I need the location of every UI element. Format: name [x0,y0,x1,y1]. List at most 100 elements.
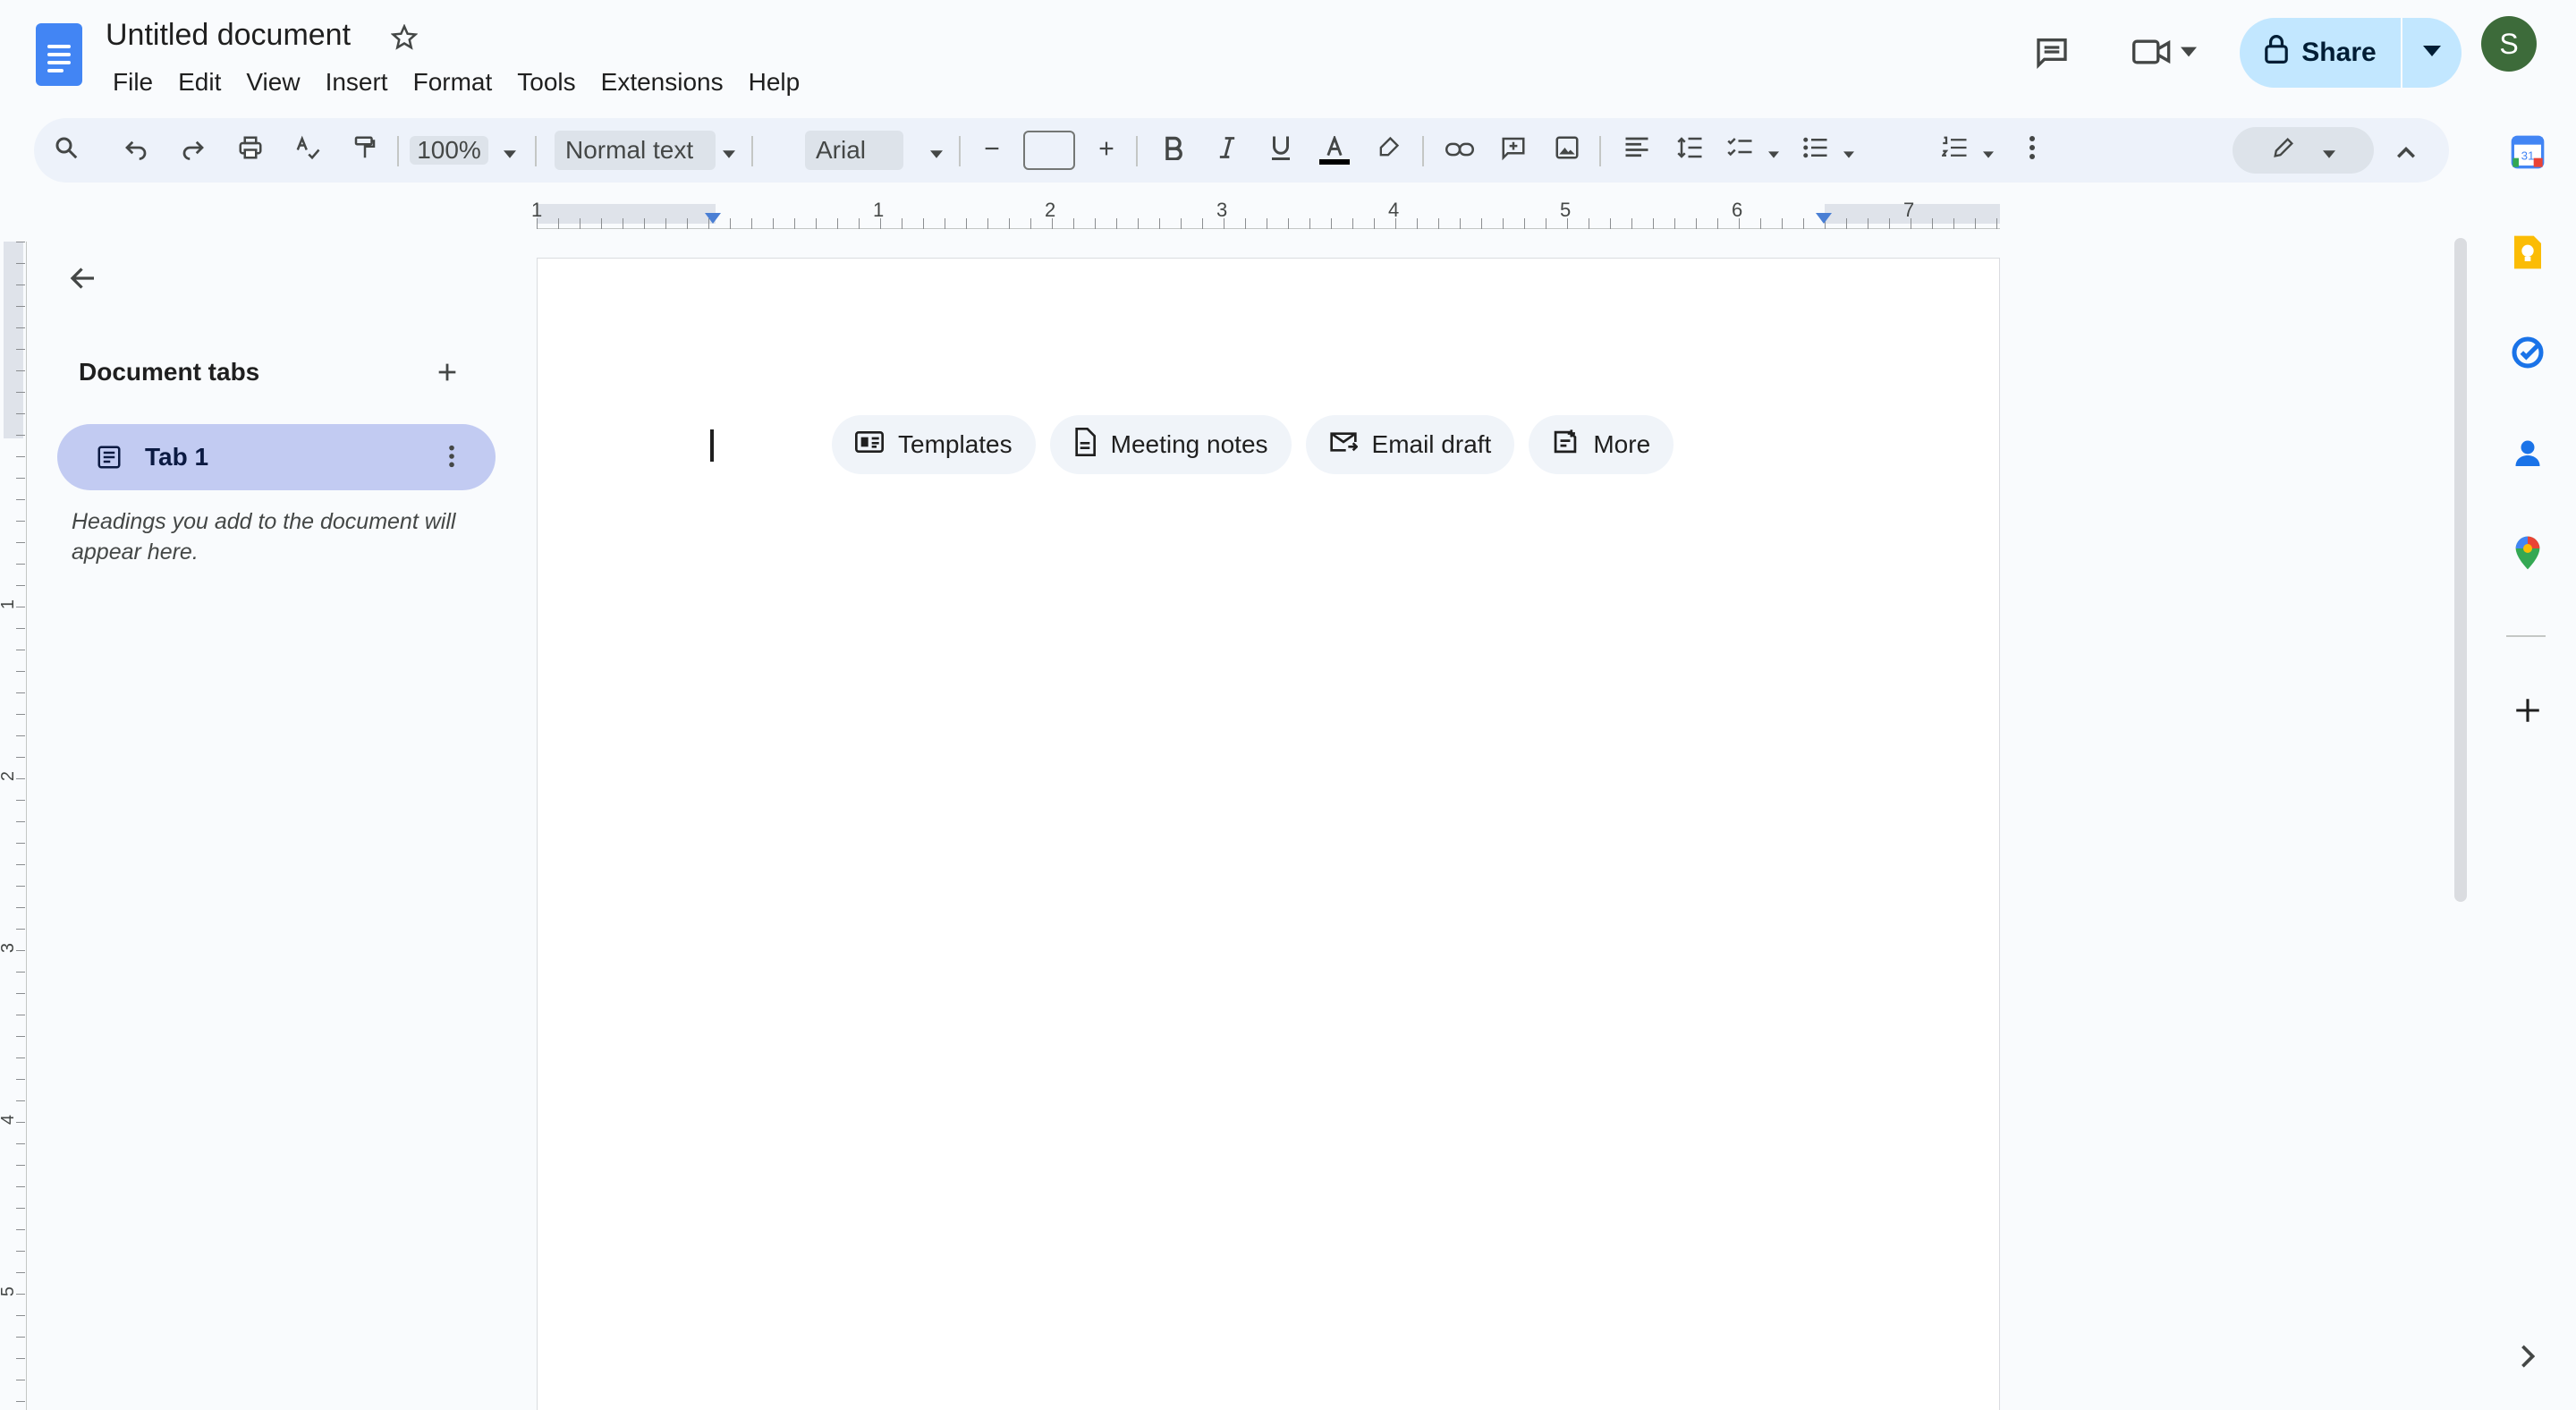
underline-button[interactable] [1258,127,1304,174]
toolbar-divider [1136,136,1138,166]
horizontal-ruler[interactable]: 1 1 2 3 4 5 6 7 [531,199,2000,229]
text-cursor [710,429,714,462]
zoom-dropdown[interactable] [494,127,526,174]
redo-icon [180,134,207,167]
meet-button[interactable] [2104,18,2225,89]
close-outline-button[interactable] [55,252,111,308]
numbered-list-button[interactable] [1932,127,1979,174]
bulleted-list-icon [1802,135,1829,166]
chevron-down-icon [2181,46,2197,62]
share-label: Share [2301,38,2377,67]
more-chip[interactable]: More [1529,415,1674,474]
italic-button[interactable] [1204,127,1250,174]
bulleted-list-button[interactable] [1792,127,1839,174]
menu-view[interactable]: View [233,63,312,102]
redo-button[interactable] [170,127,216,174]
decrease-font-size-button[interactable] [971,127,1013,174]
more-tools-button[interactable] [2009,127,2055,174]
chevron-down-icon [2323,136,2335,165]
highlight-color-button[interactable] [1365,127,1411,174]
pencil-icon [2271,135,2296,166]
email-draft-icon [1329,429,1359,461]
line-spacing-button[interactable] [1667,127,1714,174]
email-draft-chip[interactable]: Email draft [1305,415,1515,474]
chevron-down-icon [504,136,516,165]
chevron-down-icon [930,136,943,165]
chip-label: Email draft [1371,430,1492,458]
toolbar-divider [751,136,753,166]
calendar-app-button[interactable]: 31 [2481,109,2574,199]
tab-item-tab-1[interactable]: Tab 1 [57,424,496,490]
tasks-app-button[interactable] [2481,310,2574,399]
plus-icon [1097,136,1116,165]
checklist-dropdown[interactable] [1764,127,1784,174]
more-vertical-icon [2028,134,2037,167]
align-button[interactable] [1610,127,1664,174]
menu-extensions[interactable]: Extensions [589,63,736,102]
menu-format[interactable]: Format [401,63,505,102]
toolbar-divider [397,136,399,166]
undo-button[interactable] [113,127,159,174]
spellcheck-icon [294,134,321,167]
insert-link-button[interactable] [1436,127,1483,174]
maps-app-button[interactable] [2481,510,2574,599]
side-panel [2478,107,2576,1410]
paragraph-style-select[interactable]: Normal text [549,127,741,174]
document-title[interactable]: Untitled document [106,18,351,53]
insert-image-button[interactable] [1544,127,1590,174]
vertical-ruler[interactable]: 1 2 3 4 5 [0,242,27,1410]
insert-comment-button[interactable] [1490,127,1537,174]
templates-chip[interactable]: Templates [832,415,1036,474]
menu-tools[interactable]: Tools [504,63,588,102]
right-indent-marker[interactable] [1816,213,1832,224]
share-options-button[interactable] [2402,18,2462,88]
template-icon [855,429,884,461]
keep-app-button[interactable] [2481,209,2574,299]
search-menus-button[interactable] [43,127,89,174]
get-addons-button[interactable] [2481,667,2574,757]
spellcheck-button[interactable] [284,127,331,174]
text-color-button[interactable] [1311,127,1358,174]
comment-history-button[interactable] [2014,18,2089,89]
highlighter-icon [1376,135,1401,166]
print-button[interactable] [227,127,274,174]
left-indent-marker[interactable] [705,213,721,224]
font-size-input[interactable] [1020,127,1079,174]
underline-icon [1269,134,1292,167]
increase-font-size-button[interactable] [1086,127,1127,174]
contacts-app-button[interactable] [2481,410,2574,499]
show-side-panel-button[interactable] [2481,1313,2574,1403]
chip-label: Templates [898,430,1013,458]
chip-label: Meeting notes [1110,430,1268,458]
vertical-scrollbar[interactable] [2454,238,2467,902]
meeting-notes-chip[interactable]: Meeting notes [1049,415,1292,474]
svg-text:31: 31 [2521,149,2535,162]
star-icon[interactable] [386,20,422,55]
docs-logo-icon[interactable] [32,23,89,104]
menu-edit[interactable]: Edit [165,63,233,102]
editing-mode-button[interactable] [2233,127,2374,174]
account-avatar[interactable]: S [2481,16,2537,72]
maps-icon [2513,535,2542,575]
menu-insert[interactable]: Insert [313,63,401,102]
share-button[interactable]: Share [2240,18,2401,88]
bold-button[interactable] [1150,127,1197,174]
hide-menus-button[interactable] [2383,127,2429,174]
numbered-list-dropdown[interactable] [1979,127,1998,174]
calendar-icon: 31 [2510,134,2546,174]
paint-format-button[interactable] [342,127,388,174]
zoom-select[interactable]: 100% [404,127,494,174]
checklist-button[interactable] [1717,127,1764,174]
tab-label: Tab 1 [145,443,209,471]
more-vertical-icon [448,444,455,473]
font-select[interactable]: Arial [798,127,950,174]
bulleted-list-dropdown[interactable] [1839,127,1859,174]
tab-options-button[interactable] [436,440,467,476]
chevron-down-icon [1768,136,1779,165]
add-tab-button[interactable] [428,356,467,392]
menu-file[interactable]: File [100,63,165,102]
vertical-ruler-number: 2 [0,770,19,782]
menu-help[interactable]: Help [736,63,813,102]
checklist-icon [1727,135,1754,166]
add-icon [2512,695,2543,730]
